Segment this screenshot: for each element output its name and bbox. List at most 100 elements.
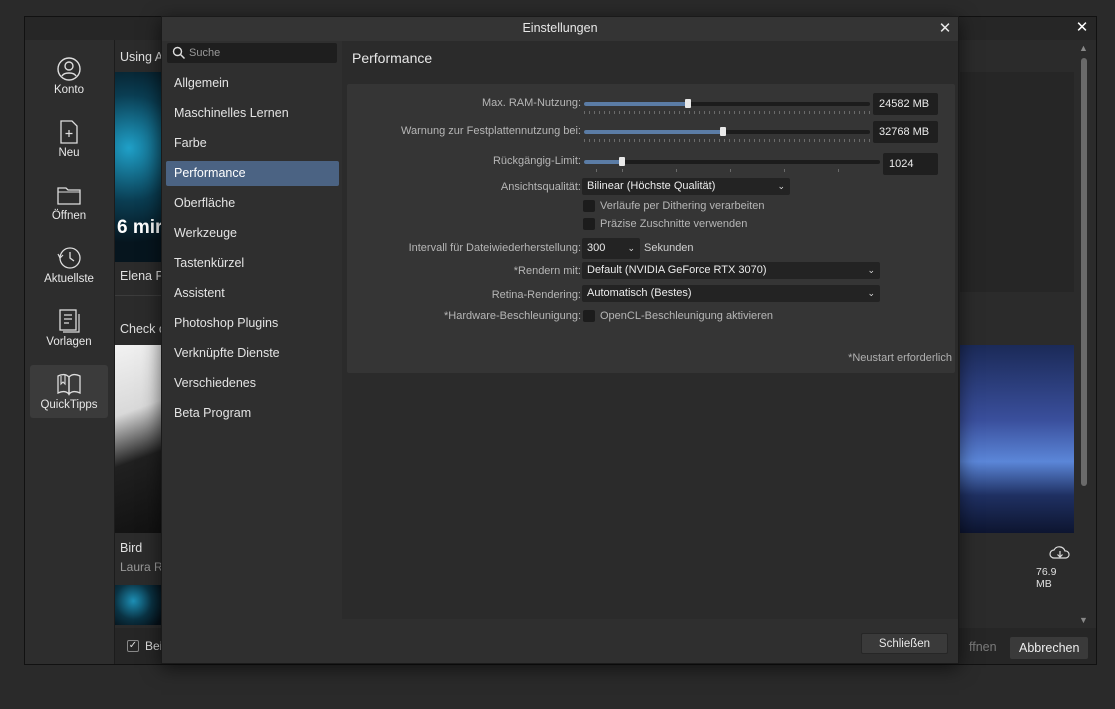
nav-item-assistant[interactable]: Assistent [166, 281, 339, 306]
view-quality-value: Bilinear (Höchste Qualität) [587, 180, 716, 192]
sidebar-item-open[interactable]: Öffnen [30, 176, 108, 229]
slider-handle[interactable] [685, 99, 692, 108]
recent-icon [57, 247, 81, 269]
nav-item-color[interactable]: Farbe [166, 131, 339, 156]
chevron-down-icon: ⌄ [867, 288, 875, 298]
recovery-interval-value: 300 [587, 242, 606, 254]
ram-value-field[interactable]: 24582 MB [873, 93, 938, 115]
disk-warning-label: Warnung zur Festplattennutzung bei: [401, 125, 581, 137]
card-thumbnail[interactable] [115, 345, 161, 533]
retina-rendering-dropdown[interactable]: Automatisch (Bestes) ⌄ [582, 285, 880, 302]
nav-item-linked-services[interactable]: Verknüpfte Dienste [166, 341, 339, 366]
nav-item-machine-learning[interactable]: Maschinelles Lernen [166, 101, 339, 126]
slider-track [584, 160, 880, 164]
disk-warning-value-field[interactable]: 32768 MB [873, 121, 938, 143]
download-size: 76.9 MB [1036, 566, 1057, 590]
show-on-startup-checkbox[interactable]: ✓ [127, 640, 139, 652]
slider-handle[interactable] [720, 127, 727, 136]
precise-crop-label: Präzise Zuschnitte verwenden [600, 218, 748, 230]
nav-item-shortcuts[interactable]: Tastenkürzel [166, 251, 339, 276]
search-box[interactable] [167, 43, 337, 63]
scrollbar-thumb[interactable] [1081, 58, 1087, 486]
scroll-down-icon[interactable]: ▼ [1079, 615, 1088, 625]
nav-item-beta-program[interactable]: Beta Program [166, 401, 339, 426]
disk-warning-slider[interactable] [584, 126, 870, 142]
sidebar-item-label: Öffnen [51, 210, 87, 222]
page-title: Performance [352, 50, 433, 66]
show-on-startup-label: Bei [145, 639, 163, 653]
slider-ticks [584, 139, 870, 142]
retina-rendering-value: Automatisch (Bestes) [587, 287, 692, 299]
card-author: Laura R [120, 560, 163, 574]
sidebar-item-templates[interactable]: Vorlagen [30, 302, 108, 355]
dialog-title: Einstellungen [522, 21, 598, 35]
chevron-down-icon: ⌄ [867, 265, 875, 275]
undo-limit-label: Rückgängig-Limit: [492, 155, 581, 167]
sidebar-item-account[interactable]: Konto [30, 50, 108, 103]
nav-item-interface[interactable]: Oberfläche [166, 191, 339, 216]
account-icon [57, 57, 81, 81]
open-button[interactable]: ffnen [960, 636, 1006, 658]
close-icon[interactable]: ✕ [936, 20, 954, 38]
search-icon [172, 46, 186, 60]
sidebar-item-label: Aktuellste [44, 273, 94, 285]
hardware-acceleration-label: *Hardware-Beschleunigung: [444, 310, 581, 322]
dither-label: Verläufe per Dithering verarbeiten [600, 200, 765, 212]
cancel-button[interactable]: Abbrechen [1010, 637, 1089, 659]
sidebar-item-label: QuickTipps [40, 399, 98, 411]
sidebar-item-label: Vorlagen [46, 336, 92, 348]
scrollbar[interactable]: ▲ ▼ [1074, 40, 1096, 628]
slider-fill [584, 160, 622, 164]
card-placeholder [960, 72, 1074, 292]
card-thumbnail[interactable] [115, 585, 161, 625]
render-with-value: Default (NVIDIA GeForce RTX 3070) [587, 264, 767, 276]
slider-ticks [584, 169, 880, 172]
nav-item-general[interactable]: Allgemein [166, 71, 339, 96]
templates-icon [59, 309, 80, 333]
scroll-up-icon[interactable]: ▲ [1079, 43, 1088, 53]
render-with-dropdown[interactable]: Default (NVIDIA GeForce RTX 3070) ⌄ [582, 262, 880, 279]
sidebar-item-recent[interactable]: Aktuellste [30, 239, 108, 292]
section-title: Using A [120, 50, 164, 64]
sidebar-item-quicktips[interactable]: QuickTipps [30, 365, 108, 418]
dialog-titlebar: Einstellungen ✕ [162, 17, 958, 41]
opencl-checkbox[interactable] [583, 310, 595, 322]
card-title: Bird [120, 541, 143, 555]
render-with-label: *Rendern mit: [513, 265, 581, 277]
nav-item-tools[interactable]: Werkzeuge [166, 221, 339, 246]
close-button[interactable]: Schließen [861, 633, 948, 654]
undo-limit-slider[interactable] [584, 156, 880, 172]
nav-item-performance[interactable]: Performance [166, 161, 339, 186]
recovery-interval-label: Intervall für Dateiwiederherstellung: [408, 242, 581, 254]
nav-item-photoshop-plugins[interactable]: Photoshop Plugins [166, 311, 339, 336]
undo-limit-value-field[interactable]: 1024 [883, 153, 938, 175]
dither-checkbox[interactable] [583, 200, 595, 212]
recovery-interval-dropdown[interactable]: 300 ⌄ [582, 238, 640, 259]
nav-item-miscellaneous[interactable]: Verschiedenes [166, 371, 339, 396]
view-quality-dropdown[interactable]: Bilinear (Höchste Qualität) ⌄ [582, 178, 790, 195]
settings-content: Performance Max. RAM-Nutzung: 24582 MB W… [342, 41, 958, 619]
slider-fill [584, 102, 689, 106]
slider-handle[interactable] [618, 157, 625, 166]
retina-rendering-label: Retina-Rendering: [491, 289, 581, 301]
slider-ticks [584, 111, 870, 114]
search-input[interactable] [189, 43, 329, 63]
sidebar-item-new[interactable]: Neu [30, 113, 108, 166]
ram-slider[interactable] [584, 98, 870, 114]
precise-crop-checkbox[interactable] [583, 218, 595, 230]
slider-fill [584, 130, 724, 134]
folder-icon [57, 187, 81, 205]
sidebar-item-label: Neu [58, 147, 80, 159]
settings-dialog: Einstellungen ✕ Allgemein Maschinelles L… [161, 16, 959, 664]
opencl-label: OpenCL-Beschleunigung aktivieren [600, 310, 774, 322]
welcome-sidebar: Konto Neu Öffnen Aktuellste Vorlagen Qui… [25, 40, 115, 664]
chevron-down-icon: ⌄ [777, 181, 785, 191]
section-title: Check o [120, 322, 166, 336]
cloud-download-icon[interactable] [1049, 545, 1071, 561]
close-icon[interactable]: ✕ [1074, 20, 1090, 36]
recovery-interval-unit: Sekunden [644, 242, 694, 254]
card-overlay-text: 6 mir [117, 217, 163, 238]
divider [115, 295, 161, 296]
performance-panel: Max. RAM-Nutzung: 24582 MB Warnung zur F… [347, 84, 955, 373]
card-thumbnail[interactable] [960, 345, 1074, 533]
